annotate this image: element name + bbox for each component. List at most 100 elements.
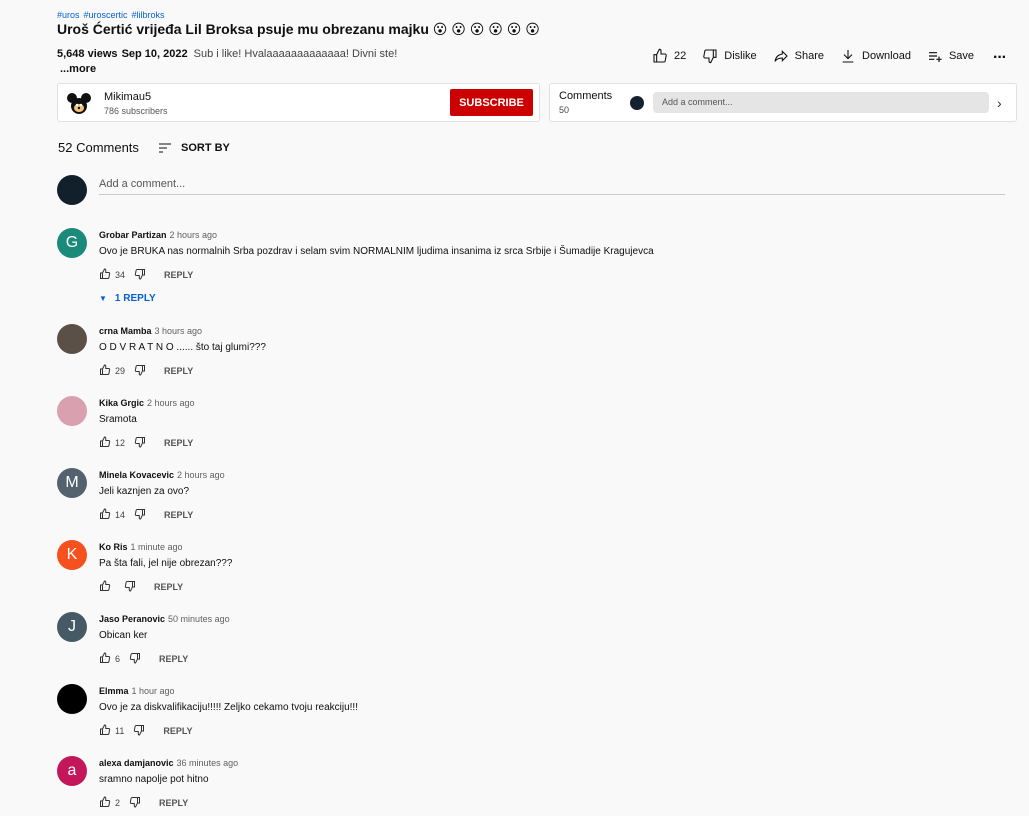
thumbs-down-icon[interactable] <box>134 364 146 378</box>
comment-thread: crna Mamba 3 hours ago O D V R A T N O ...… <box>57 324 997 396</box>
channel-name[interactable]: Mikimau5 <box>104 91 151 103</box>
comment-author-name[interactable]: crna Mamba <box>99 326 152 336</box>
comment-author-name[interactable]: alexa damjanovic <box>99 758 174 768</box>
show-more-link[interactable]: ...more <box>60 63 96 75</box>
thumbs-up-icon[interactable] <box>99 436 111 450</box>
comment-thread: a alexa damjanovic 36 minutes ago sramno na… <box>57 756 997 816</box>
hashtags: #uros #uroscertic #lilbroks <box>57 10 169 20</box>
comment-header: Grobar Partizan 2 hours ago <box>99 230 217 240</box>
share-label: Share <box>794 50 825 62</box>
thumbs-down-icon[interactable] <box>134 268 146 282</box>
comment-author-name[interactable]: Ko Ris <box>99 542 128 552</box>
thumbs-up-icon[interactable] <box>99 268 111 282</box>
comment-header: alexa damjanovic 36 minutes ago <box>99 758 238 768</box>
share-button[interactable]: Share <box>773 48 824 64</box>
comment-author-avatar[interactable]: a <box>57 756 87 786</box>
add-comment-input[interactable]: Add a comment... <box>99 178 1005 195</box>
thumbs-down-icon[interactable] <box>129 652 141 666</box>
comment-author-avatar[interactable]: K <box>57 540 87 570</box>
reply-button[interactable]: REPLY <box>164 366 193 376</box>
chevron-right-icon[interactable]: › <box>997 95 1002 111</box>
comment-actions: 6 REPLY <box>99 652 188 666</box>
comment-like-count: 29 <box>115 366 126 376</box>
thumbs-down-icon[interactable] <box>134 436 146 450</box>
thumbs-up-icon[interactable] <box>99 724 111 738</box>
replies-count-label: 1 REPLY <box>114 293 156 304</box>
thumbs-up-icon[interactable] <box>99 796 111 810</box>
comment-actions: 14 REPLY <box>99 508 193 522</box>
dislike-label: Dislike <box>724 50 757 62</box>
comment-actions: 11 REPLY <box>99 724 193 738</box>
thumbs-up-icon[interactable] <box>99 652 111 666</box>
save-button[interactable]: Save <box>927 48 974 64</box>
view-replies-button[interactable]: ▼ 1 REPLY <box>99 293 156 304</box>
more-horizontal-icon[interactable]: ··· <box>993 49 1007 67</box>
download-label: Download <box>862 50 911 62</box>
comment-timestamp[interactable]: 2 hours ago <box>170 230 218 240</box>
subscriber-count: 786 subscribers <box>104 106 168 116</box>
comment-timestamp[interactable]: 36 minutes ago <box>177 758 239 768</box>
comment-author-avatar[interactable] <box>57 396 87 426</box>
hashtag-link[interactable]: #lilbroks <box>132 10 165 20</box>
thumbs-down-icon[interactable] <box>133 724 145 738</box>
sort-by-label: SORT BY <box>181 142 230 154</box>
thumbs-up-icon[interactable] <box>99 508 111 522</box>
comment-author-avatar[interactable]: M <box>57 468 87 498</box>
comment-text: Ovo je za diskvalifikaciju!!!!! Zeljko c… <box>99 702 358 713</box>
reply-button[interactable]: REPLY <box>159 798 188 808</box>
comment-input-preview[interactable]: Add a comment... <box>653 92 989 113</box>
comment-header: Ko Ris 1 minute ago <box>99 542 183 552</box>
thumbs-up-icon[interactable] <box>99 580 111 594</box>
comment-timestamp[interactable]: 1 hour ago <box>132 686 175 696</box>
sort-icon <box>159 143 171 153</box>
download-button[interactable]: Download <box>840 48 911 64</box>
thumbs-down-icon[interactable] <box>134 508 146 522</box>
comments-panel[interactable]: Comments 50 Add a comment... › <box>549 83 1017 122</box>
reply-button[interactable]: REPLY <box>164 438 193 448</box>
comment-like-count: 6 <box>115 654 121 664</box>
reply-button[interactable]: REPLY <box>159 654 188 664</box>
comment-timestamp[interactable]: 2 hours ago <box>177 470 225 480</box>
comment-like-count: 14 <box>115 510 126 520</box>
download-icon <box>842 50 854 63</box>
comment-timestamp[interactable]: 2 hours ago <box>147 398 195 408</box>
comment-text: sramno napolje pot hitno <box>99 774 209 785</box>
comment-thread: K Ko Ris 1 minute ago Pa šta fali, jel nije… <box>57 540 997 612</box>
comment-timestamp[interactable]: 1 minute ago <box>131 542 183 552</box>
hashtag-link[interactable]: #uroscertic <box>84 10 128 20</box>
thumbs-down-icon[interactable] <box>129 796 141 810</box>
sort-by-button[interactable]: SORT BY <box>157 140 230 156</box>
comment-actions: 34 REPLY <box>99 268 193 282</box>
comment-author-name[interactable]: Jaso Peranovic <box>99 614 165 624</box>
comment-actions: 2 REPLY <box>99 796 188 810</box>
description-snippet: Sub i like! Hvalaaaaaaaaaaaaa! Divni ste… <box>193 48 398 60</box>
comment-author-name[interactable]: Minela Kovacevic <box>99 470 174 480</box>
comment-timestamp[interactable]: 50 minutes ago <box>168 614 230 624</box>
thumbs-up-icon[interactable] <box>99 364 111 378</box>
subscribe-button[interactable]: SUBSCRIBE <box>450 89 533 116</box>
reply-button[interactable]: REPLY <box>164 270 193 280</box>
playlist-add-icon <box>928 52 942 62</box>
comment-author-avatar[interactable]: J <box>57 612 87 642</box>
comment-author-name[interactable]: Grobar Partizan <box>99 230 167 240</box>
comment-author-avatar[interactable] <box>57 684 87 714</box>
comment-author-avatar[interactable]: G <box>57 228 87 258</box>
comment-timestamp[interactable]: 3 hours ago <box>155 326 203 336</box>
comment-author-avatar[interactable] <box>57 324 87 354</box>
video-meta[interactable]: 5,648 views Sep 10, 2022 Sub i like! Hvala… <box>57 48 397 60</box>
comment-author-name[interactable]: Kika Grgic <box>99 398 144 408</box>
like-button[interactable]: 22 <box>652 48 686 64</box>
user-avatar <box>630 96 644 110</box>
channel-avatar[interactable] <box>66 91 92 117</box>
upload-date: Sep 10, 2022 <box>121 48 188 60</box>
comment-thread: Kika Grgic 2 hours ago Sramota 12 REPLY <box>57 396 997 468</box>
reply-button[interactable]: REPLY <box>163 726 192 736</box>
hashtag-link[interactable]: #uros <box>57 10 80 20</box>
comment-thread: G Grobar Partizan 2 hours ago Ovo je BRUKA … <box>57 228 997 304</box>
reply-button[interactable]: REPLY <box>154 582 183 592</box>
comment-author-name[interactable]: Elmma <box>99 686 129 696</box>
reply-button[interactable]: REPLY <box>164 510 193 520</box>
comment-actions: REPLY <box>99 580 183 594</box>
thumbs-down-icon[interactable] <box>124 580 136 594</box>
dislike-button[interactable]: Dislike <box>702 48 757 64</box>
